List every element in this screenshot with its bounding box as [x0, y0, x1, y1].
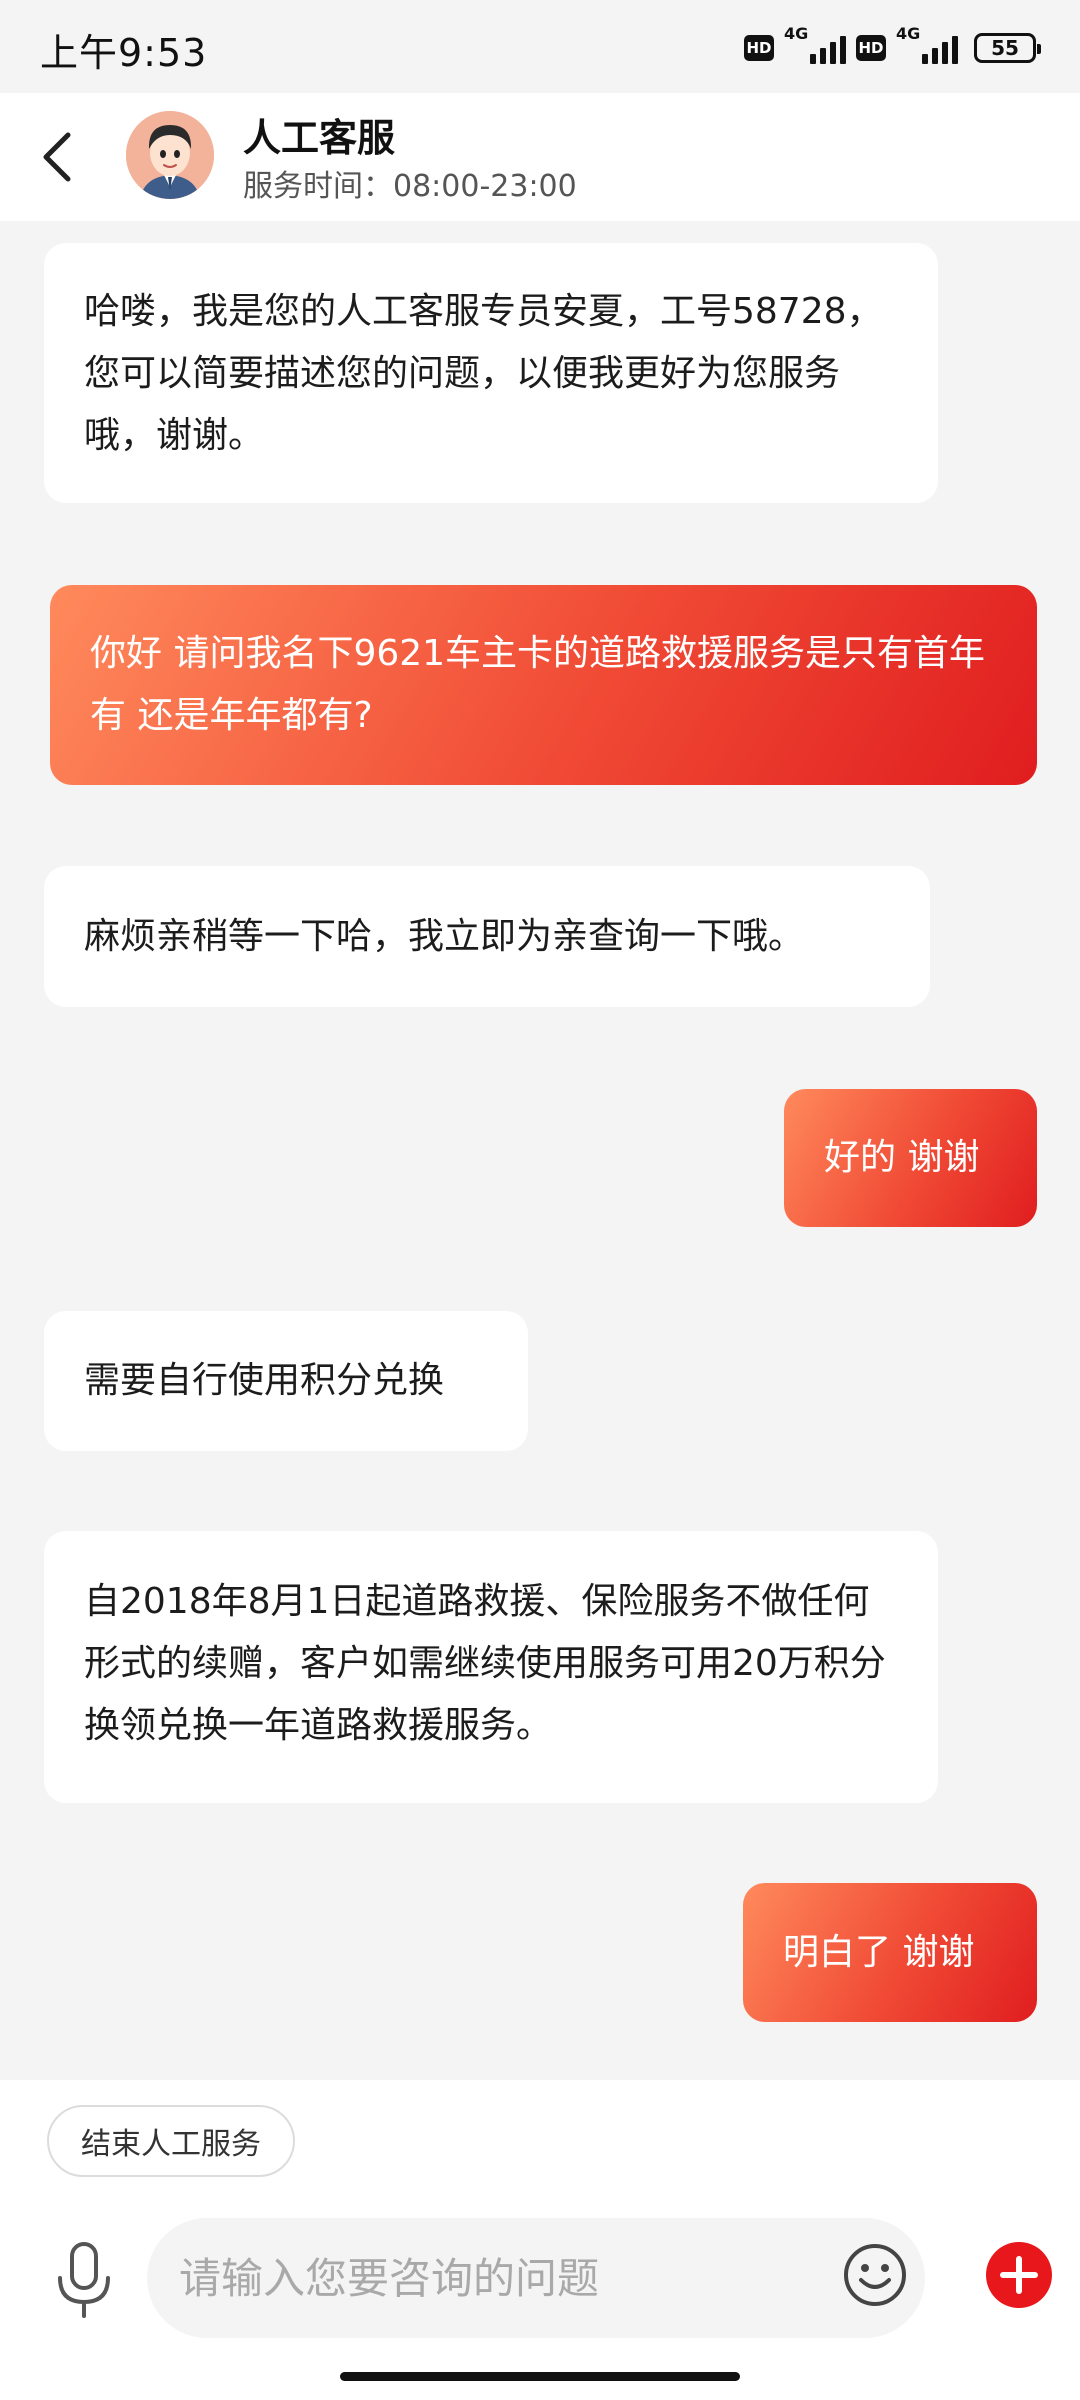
- smiley-icon: [844, 2244, 906, 2306]
- status-bar: 上午9:53 HD 4G HD 4G 55: [0, 0, 1080, 93]
- agent-avatar: [126, 111, 214, 199]
- chat-header: 人工客服 服务时间：08:00-23:00: [0, 93, 1080, 221]
- plus-icon: [1000, 2256, 1038, 2294]
- network-type-2: 4G: [896, 24, 921, 43]
- emoji-button[interactable]: [842, 2242, 908, 2308]
- back-button[interactable]: [30, 121, 90, 193]
- status-icons: HD 4G HD 4G 55: [744, 24, 1041, 70]
- message-agent-greeting: 哈喽，我是您的人工客服专员安夏，工号58728，您可以简要描述您的问题，以便我更…: [44, 243, 938, 503]
- header-title: 人工客服: [243, 116, 396, 160]
- message-input-box[interactable]: [147, 2218, 925, 2338]
- service-hours: 服务时间：08:00-23:00: [243, 169, 577, 204]
- status-time: 上午9:53: [40, 31, 208, 75]
- battery-icon: 55: [974, 33, 1041, 63]
- chat-screen: 上午9:53 HD 4G HD 4G 55 人工客服 服务时间：08:00-23…: [0, 0, 1080, 2400]
- hd-badge-2: HD: [856, 35, 886, 61]
- bottom-input-area: 结束人工服务: [0, 2080, 1080, 2400]
- hd-badge: HD: [744, 35, 774, 61]
- message-agent-policy: 自2018年8月1日起道路救援、保险服务不做任何形式的续赠，客户如需继续使用服务…: [44, 1531, 938, 1803]
- signal-icon: 4G: [784, 24, 846, 68]
- message-user-thanks: 好的 谢谢: [784, 1089, 1037, 1227]
- voice-input-button[interactable]: [52, 2240, 116, 2320]
- end-service-button[interactable]: 结束人工服务: [47, 2105, 295, 2177]
- message-user-understood: 明白了 谢谢: [743, 1883, 1037, 2022]
- signal-icon-2: 4G: [896, 24, 958, 68]
- message-agent-points: 需要自行使用积分兑换: [44, 1311, 528, 1451]
- message-agent-wait: 麻烦亲稍等一下哈，我立即为亲查询一下哦。: [44, 866, 930, 1007]
- message-input[interactable]: [177, 2252, 805, 2304]
- home-indicator[interactable]: [340, 2372, 740, 2381]
- message-user-question: 你好 请问我名下9621车主卡的道路救援服务是只有首年有 还是年年都有?: [50, 585, 1037, 785]
- more-actions-button[interactable]: [986, 2242, 1052, 2308]
- microphone-icon: [58, 2242, 110, 2318]
- network-type: 4G: [784, 24, 809, 43]
- battery-level: 55: [991, 36, 1019, 60]
- chevron-left-icon: [43, 132, 71, 182]
